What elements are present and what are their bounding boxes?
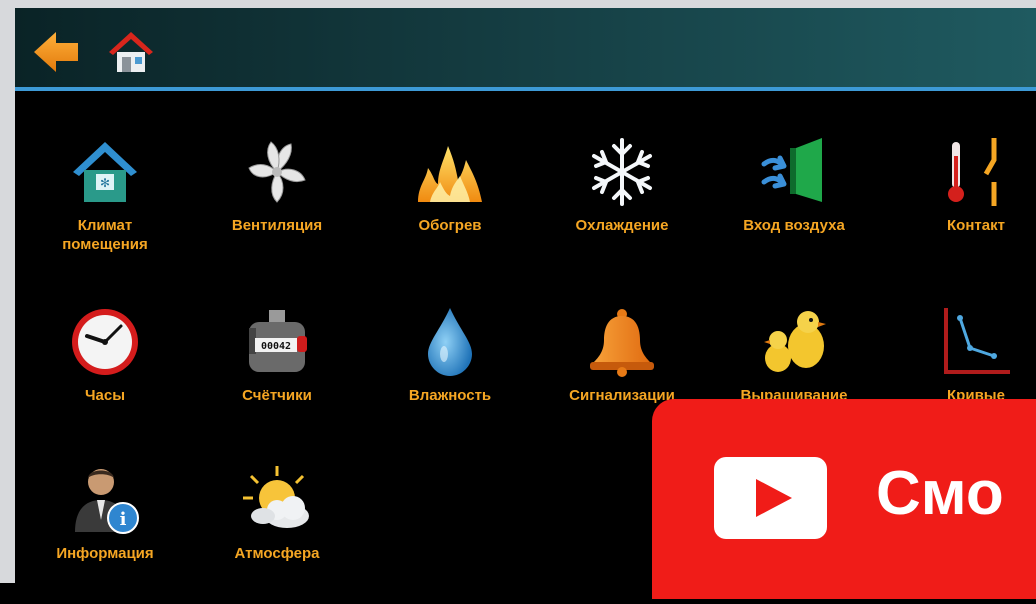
tile-atmosphere[interactable]: Атмосфера xyxy=(192,464,362,604)
tile-heating[interactable]: Обогрев xyxy=(365,136,535,276)
fire-icon xyxy=(418,146,482,202)
tile-label: Атмосфера xyxy=(234,545,320,562)
clock-icon xyxy=(72,309,138,375)
alarm-bell-icon xyxy=(590,309,654,377)
home-icon xyxy=(109,32,153,72)
tile-label: Информация xyxy=(56,545,154,562)
back-arrow-icon xyxy=(34,32,78,72)
snowflake-icon xyxy=(592,138,652,206)
counter-display: 00042 xyxy=(261,341,291,352)
svg-text:✻: ✻ xyxy=(100,176,110,190)
tile-label: Вентиляция xyxy=(231,217,323,234)
play-icon xyxy=(756,479,792,517)
thermometer-contact-icon xyxy=(948,138,997,206)
tile-room-climate[interactable]: ✻ Климат помещения xyxy=(20,136,190,276)
tile-label: Вход воздуха xyxy=(743,217,845,234)
tile-label: Счётчики xyxy=(242,387,312,404)
tile-label: Обогрев xyxy=(418,217,482,234)
svg-text:i: i xyxy=(120,509,127,530)
curve-graph-icon xyxy=(944,308,1010,374)
tile-contact[interactable]: Контакт xyxy=(891,136,1036,276)
youtube-overlay[interactable]: Смо xyxy=(652,399,1036,599)
top-border xyxy=(0,0,1036,8)
air-inlet-icon xyxy=(761,138,822,202)
back-button[interactable] xyxy=(30,26,82,78)
chicks-icon xyxy=(764,311,826,372)
house-climate-icon: ✻ xyxy=(73,142,137,202)
user-info-icon: i xyxy=(75,469,139,534)
tile-label: Влажность xyxy=(408,387,492,404)
tile-label: Часы xyxy=(84,387,126,404)
tile-humidity[interactable]: Влажность xyxy=(365,306,535,446)
tile-cooling[interactable]: Охлаждение xyxy=(537,136,707,276)
home-button[interactable] xyxy=(105,26,157,78)
tile-clock[interactable]: Часы xyxy=(20,306,190,446)
fan-icon xyxy=(248,141,306,203)
tile-air-inlet[interactable]: Вход воздуха xyxy=(709,136,879,276)
sun-cloud-icon xyxy=(243,466,309,528)
counter-icon: 00042 xyxy=(249,310,307,372)
tile-counters[interactable]: 00042 Счётчики xyxy=(192,306,362,446)
youtube-logo xyxy=(714,457,827,539)
overlay-text: Смо xyxy=(876,459,1004,528)
water-drop-icon xyxy=(428,308,472,376)
header-bar xyxy=(15,8,1036,87)
left-border xyxy=(0,0,15,583)
tile-information[interactable]: i Информация xyxy=(20,464,190,604)
tile-ventilation[interactable]: Вентиляция xyxy=(192,136,362,276)
tile-label: Охлаждение xyxy=(575,217,669,234)
tile-label: Контакт xyxy=(947,217,1005,234)
tile-label: Климат помещения xyxy=(62,217,148,253)
